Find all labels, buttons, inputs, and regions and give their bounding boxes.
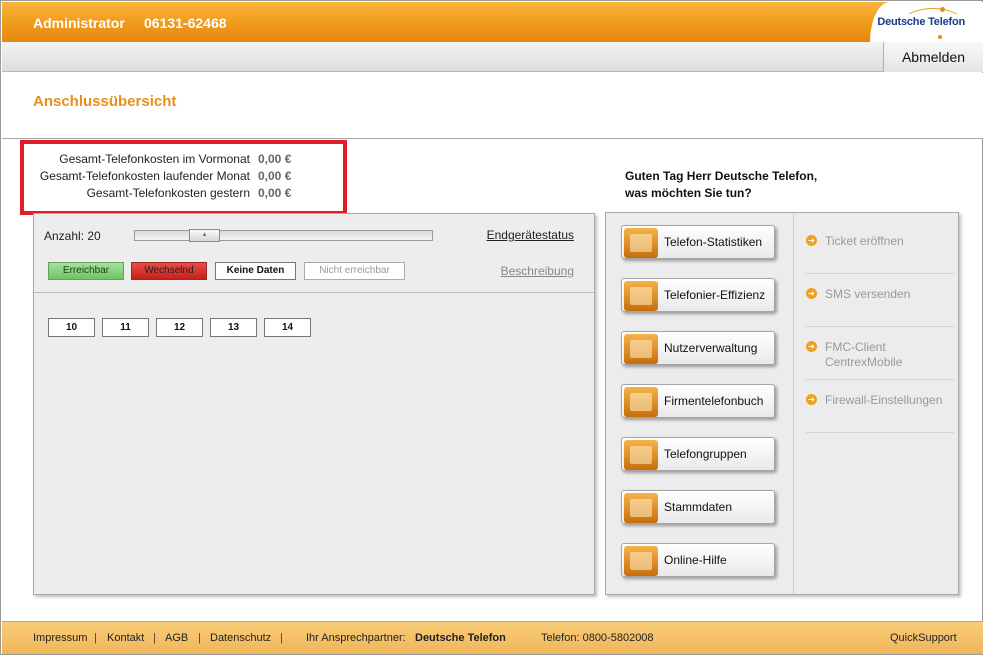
telefonier-effizienz-button[interactable]: Telefonier-Effizienz <box>621 278 775 312</box>
count-label: Anzahl: 20 <box>44 229 101 243</box>
filter-changing-button[interactable]: Wechselnd <box>131 262 207 280</box>
telefongruppen-button[interactable]: Telefongruppen <box>621 437 775 471</box>
link-separator <box>806 326 954 327</box>
action-label: Telefonier-Effizienz <box>664 288 766 302</box>
stammdaten-button[interactable]: Stammdaten <box>621 490 775 524</box>
datenschutz-link[interactable]: Datenschutz <box>210 632 271 644</box>
user-icon <box>624 334 658 364</box>
master-data-icon <box>624 493 658 523</box>
app-window: Administrator 06131-62468 Deutsche Telef… <box>0 0 983 655</box>
port-button[interactable]: 10 <box>48 318 95 337</box>
link-label: CentrexMobile <box>825 355 903 369</box>
link-separator <box>806 432 954 433</box>
logo-dot-icon <box>940 7 945 12</box>
page-title-area: Anschlussübersicht <box>2 73 983 139</box>
action-label: Stammdaten <box>664 500 733 514</box>
nutzerverwaltung-button[interactable]: Nutzerverwaltung <box>621 331 775 365</box>
filter-reachable-button[interactable]: Erreichbar <box>48 262 124 280</box>
kontakt-link[interactable]: Kontakt <box>107 632 144 644</box>
logout-button[interactable]: Abmelden <box>883 42 983 72</box>
description-link[interactable]: Beschreibung <box>501 264 574 278</box>
brand-logo: Deutsche Telefon <box>870 2 983 42</box>
top-header: Administrator 06131-62468 Deutsche Telef… <box>2 2 983 42</box>
efficiency-chart-icon <box>624 281 658 311</box>
footer-separator: | <box>280 632 283 644</box>
arrow-right-icon: ➜ <box>806 288 817 299</box>
book-icon <box>624 546 658 576</box>
panel-divider <box>34 292 594 293</box>
user-phone: 06131-62468 <box>144 15 227 31</box>
firmentelefonbuch-button[interactable]: Firmentelefonbuch <box>621 384 775 418</box>
link-separator <box>806 379 954 380</box>
fmc-client-link[interactable]: ➜ FMC-Client CentrexMobile <box>806 340 954 372</box>
cost-value: 0,00 € <box>258 169 292 183</box>
cost-label: Gesamt-Telefonkosten gestern <box>86 186 250 200</box>
port-button[interactable]: 11 <box>102 318 149 337</box>
greeting-line: Guten Tag Herr Deutsche Telefon, <box>625 169 818 183</box>
slider-handle[interactable]: ▴ <box>189 229 220 242</box>
logo-text: Deutsche Telefon <box>877 16 965 28</box>
statistics-icon <box>624 228 658 258</box>
arrow-right-icon: ➜ <box>806 235 817 246</box>
device-status-link[interactable]: Endgerätestatus <box>487 228 574 242</box>
cost-value: 0,00 € <box>258 152 292 166</box>
logo-dot-icon <box>938 35 942 39</box>
partner-name: Deutsche Telefon <box>415 632 506 644</box>
cost-row-yesterday: Gesamt-Telefonkosten gestern 0,00 € <box>24 186 343 203</box>
port-button[interactable]: 14 <box>264 318 311 337</box>
user-name: Administrator <box>33 15 125 31</box>
cost-row-current-month: Gesamt-Telefonkosten laufender Monat 0,0… <box>24 169 343 186</box>
link-label: Firewall-Einstellungen <box>825 393 943 407</box>
link-label: SMS versenden <box>825 287 911 301</box>
port-button[interactable]: 13 <box>210 318 257 337</box>
impressum-link[interactable]: Impressum <box>33 632 87 644</box>
group-icon <box>624 440 658 470</box>
cost-label: Gesamt-Telefonkosten laufender Monat <box>39 169 250 183</box>
arrow-right-icon: ➜ <box>806 341 817 352</box>
count-slider[interactable]: ▴ <box>134 229 433 242</box>
footer-separator: | <box>153 632 156 644</box>
link-label: Ticket eröffnen <box>825 234 904 248</box>
link-separator <box>806 273 954 274</box>
arrow-right-icon: ➜ <box>806 394 817 405</box>
footer-separator: | <box>198 632 201 644</box>
panel-vertical-divider <box>793 213 794 594</box>
filter-no-data-button[interactable]: Keine Daten <box>215 262 296 280</box>
partner-label: Ihr Ansprechpartner: <box>306 632 406 644</box>
device-status-panel: Anzahl: 20 ▴ Endgerätestatus Erreichbar … <box>33 213 595 595</box>
cost-label: Gesamt-Telefonkosten im Vormonat <box>59 152 250 166</box>
quicksupport-link[interactable]: QuickSupport <box>890 632 957 644</box>
link-label: FMC-Client <box>825 340 886 354</box>
agb-link[interactable]: AGB <box>165 632 188 644</box>
action-label: Telefongruppen <box>664 447 747 461</box>
action-label: Nutzerverwaltung <box>664 341 758 355</box>
action-label: Telefon-Statistiken <box>664 235 763 249</box>
cost-row-previous-month: Gesamt-Telefonkosten im Vormonat 0,00 € <box>24 152 343 169</box>
page-title: Anschlussübersicht <box>33 93 177 110</box>
nav-bar: Abmelden <box>2 42 983 72</box>
cost-summary-box: Gesamt-Telefonkosten im Vormonat 0,00 € … <box>20 140 347 215</box>
port-button[interactable]: 12 <box>156 318 203 337</box>
phonebook-icon <box>624 387 658 417</box>
partner-phone: Telefon: 0800-5802008 <box>541 632 654 644</box>
greeting-line: was möchten Sie tun? <box>625 186 752 200</box>
action-label: Online-Hilfe <box>664 553 727 567</box>
footer: Impressum | Kontakt | AGB | Datenschutz … <box>2 621 983 654</box>
telefon-statistiken-button[interactable]: Telefon-Statistiken <box>621 225 775 259</box>
greeting-text: Guten Tag Herr Deutsche Telefon, was möc… <box>625 168 817 202</box>
footer-separator: | <box>94 632 97 644</box>
cost-value: 0,00 € <box>258 186 292 200</box>
action-label: Firmentelefonbuch <box>664 394 764 408</box>
actions-panel: Telefon-Statistiken Telefonier-Effizienz… <box>605 212 959 595</box>
filter-unreachable-button[interactable]: Nicht erreichbar <box>304 262 405 280</box>
online-hilfe-button[interactable]: Online-Hilfe <box>621 543 775 577</box>
